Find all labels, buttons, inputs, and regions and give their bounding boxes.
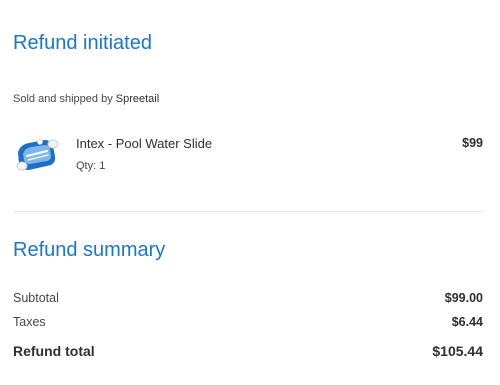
seller-name[interactable]: Spreetail — [116, 93, 159, 105]
item-quantity: Qty: 1 — [76, 160, 106, 172]
sold-by-label: Sold and shipped by — [13, 93, 113, 105]
pool-water-slide-icon — [16, 139, 59, 171]
taxes-label: Taxes — [13, 315, 46, 329]
seller-info: Sold and shipped by Spreetail — [13, 93, 159, 105]
item-name[interactable]: Intex - Pool Water Slide — [76, 136, 212, 151]
product-image[interactable] — [15, 134, 61, 174]
refund-total-label: Refund total — [13, 343, 95, 359]
taxes-value: $6.44 — [451, 315, 483, 329]
subtotal-value: $99.00 — [444, 291, 483, 305]
refund-status-title: Refund initiated — [13, 32, 152, 54]
refund-total-value: $105.44 — [432, 343, 483, 359]
taxes-row: Taxes $6.44 — [13, 315, 484, 333]
refund-item-row: Intex - Pool Water Slide Qty: 1 $99 — [13, 128, 484, 188]
refund-summary-title: Refund summary — [13, 239, 166, 261]
refund-details-page: Refund initiated Sold and shipped by Spr… — [13, 0, 484, 385]
subtotal-label: Subtotal — [13, 291, 59, 305]
item-price: $99 — [462, 136, 483, 150]
section-divider — [13, 211, 484, 212]
refund-total-row: Refund total $105.44 — [13, 343, 484, 361]
subtotal-row: Subtotal $99.00 — [13, 291, 484, 309]
